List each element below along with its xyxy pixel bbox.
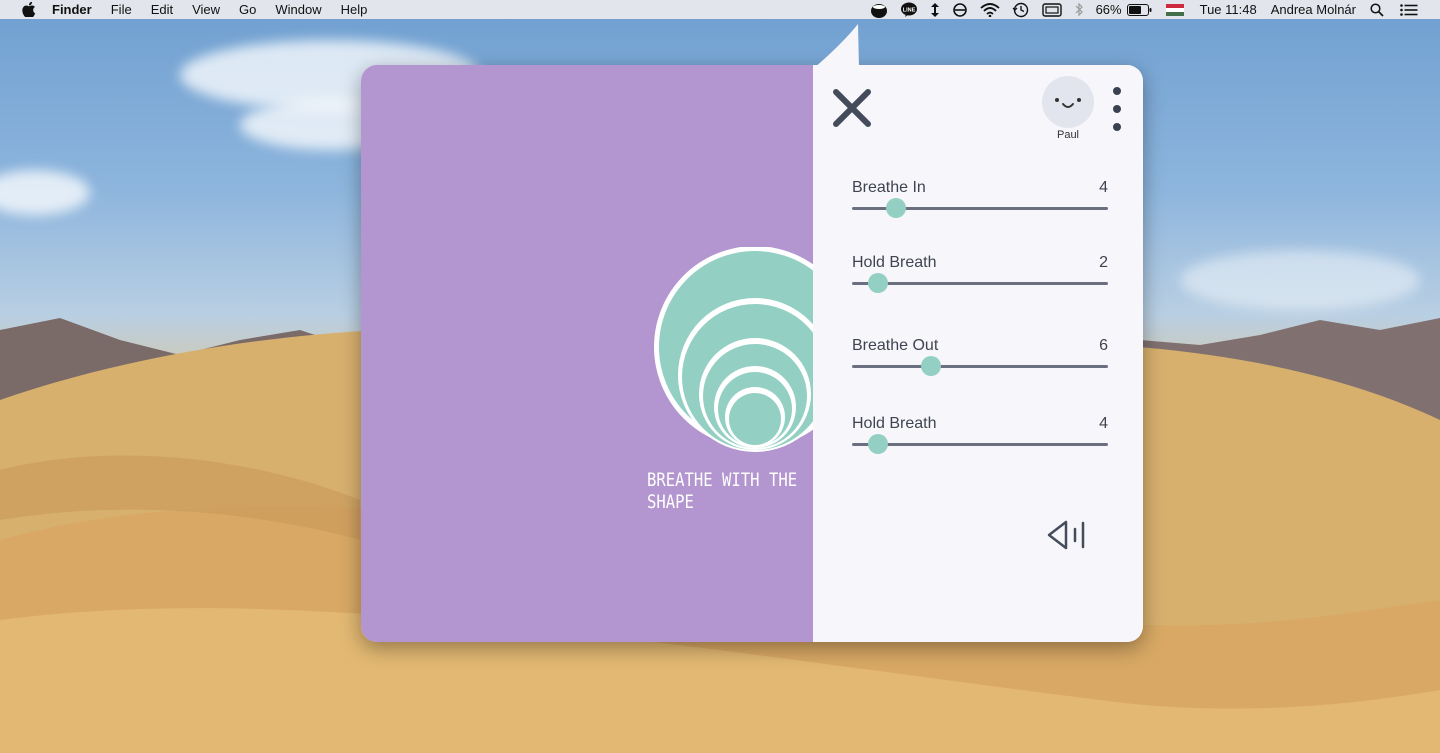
close-button[interactable] xyxy=(831,87,873,129)
slider-track[interactable] xyxy=(852,365,1108,368)
time-machine-icon[interactable] xyxy=(1012,0,1030,19)
breathe-app-icon[interactable] xyxy=(870,0,888,19)
sync-icon[interactable] xyxy=(952,0,968,19)
slider-value: 4 xyxy=(1099,179,1108,196)
menu-file[interactable]: File xyxy=(111,0,132,19)
slider-value: 6 xyxy=(1099,337,1108,354)
line-app-icon[interactable]: LINE xyxy=(900,0,918,19)
sound-button[interactable] xyxy=(1046,517,1090,553)
smiley-face-icon xyxy=(1055,98,1081,108)
spotlight-icon[interactable] xyxy=(1370,0,1384,19)
more-options-icon[interactable] xyxy=(1110,87,1124,131)
menu-view[interactable]: View xyxy=(192,0,220,19)
slider-label: Breathe Out xyxy=(852,337,939,354)
arrows-icon[interactable] xyxy=(930,0,940,19)
sound-icon xyxy=(1047,520,1085,550)
breathing-animation-panel: BREATHE WITH THE SHAPE xyxy=(361,65,856,642)
slider-thumb[interactable] xyxy=(921,356,942,376)
menu-clock[interactable]: Tue 11:48 xyxy=(1200,2,1257,17)
slider-hold-breath-2: Hold Breath 4 xyxy=(852,415,1108,457)
slider-label: Hold Breath xyxy=(852,254,937,271)
battery-icon[interactable] xyxy=(1126,0,1152,19)
flag-icon[interactable] xyxy=(1165,0,1184,19)
wifi-icon[interactable] xyxy=(979,0,1000,19)
notification-center-icon[interactable] xyxy=(1400,0,1418,19)
battery-percent[interactable]: 66% xyxy=(1096,2,1122,17)
apple-icon[interactable] xyxy=(22,2,36,17)
menu-help[interactable]: Help xyxy=(341,0,368,19)
slider-breathe-in: Breathe In 4 xyxy=(852,179,1108,221)
slider-track[interactable] xyxy=(852,282,1108,285)
slider-hold-breath-1: Hold Breath 2 xyxy=(852,254,1108,296)
breathe-popover: BREATHE WITH THE SHAPE Paul Breathe In 4 xyxy=(361,65,1143,642)
menu-window[interactable]: Window xyxy=(275,0,321,19)
slider-label: Hold Breath xyxy=(852,415,937,432)
menu-app-name[interactable]: Finder xyxy=(52,0,92,19)
slider-thumb[interactable] xyxy=(885,198,906,218)
slider-breathe-out: Breathe Out 6 xyxy=(852,337,1108,379)
slider-value: 2 xyxy=(1099,254,1108,271)
display-icon[interactable] xyxy=(1041,0,1062,19)
avatar[interactable] xyxy=(1042,76,1094,128)
slider-label: Breathe In xyxy=(852,179,926,196)
menu-go[interactable]: Go xyxy=(239,0,256,19)
profile-name: Paul xyxy=(1056,129,1080,141)
slider-thumb[interactable] xyxy=(867,434,888,454)
slider-track[interactable] xyxy=(852,443,1108,446)
slider-thumb[interactable] xyxy=(867,273,888,293)
bluetooth-icon[interactable] xyxy=(1074,0,1084,19)
svg-text:LINE: LINE xyxy=(902,7,915,13)
menu-bar: Finder File Edit View Go Window Help LIN… xyxy=(0,0,1440,19)
tagline-text: BREATHE WITH THE SHAPE xyxy=(647,469,798,513)
popover-arrow xyxy=(814,24,859,70)
slider-value: 4 xyxy=(1099,415,1108,432)
settings-panel: Paul Breathe In 4 Hold Breath 2 Breathe … xyxy=(813,65,1143,642)
menu-user[interactable]: Andrea Molnár xyxy=(1271,2,1356,17)
close-icon xyxy=(833,89,871,127)
menu-edit[interactable]: Edit xyxy=(151,0,173,19)
